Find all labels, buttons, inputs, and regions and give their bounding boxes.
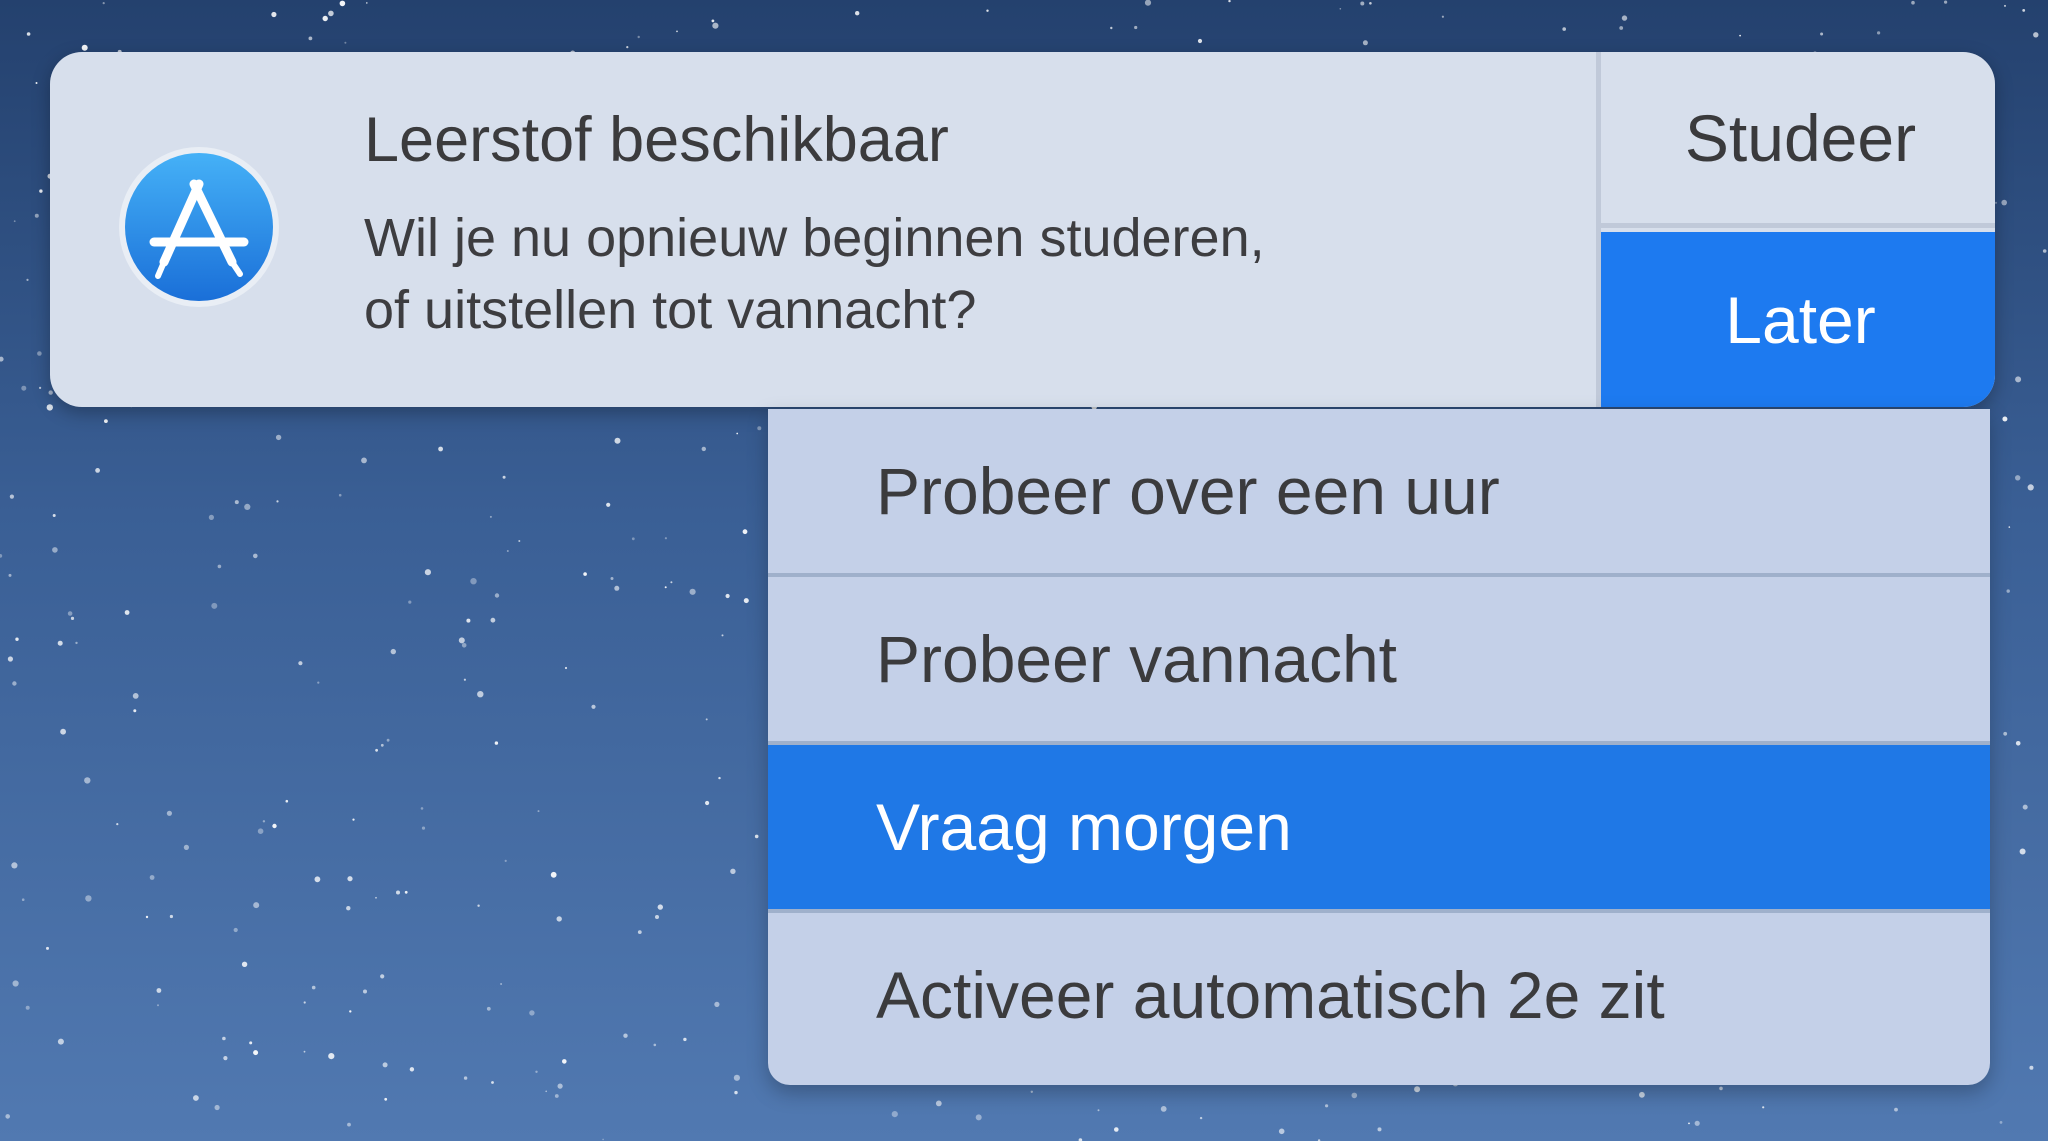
- app-store-icon: [119, 147, 279, 307]
- menu-item-probeer-vannacht[interactable]: Probeer vannacht: [768, 577, 1990, 741]
- notification-title: Leerstof beschikbaar: [364, 105, 949, 175]
- notification-message-line-2: of uitstellen tot vannacht?: [364, 280, 977, 340]
- notification-actions: Studeer Later: [1596, 52, 1995, 407]
- later-options-menu: Probeer over een uur Probeer vannacht Vr…: [768, 409, 1990, 1085]
- later-button[interactable]: Later: [1601, 232, 1995, 407]
- menu-item-probeer-over-een-uur[interactable]: Probeer over een uur: [768, 409, 1990, 573]
- notification-message-line-1: Wil je nu opnieuw beginnen studeren,: [364, 208, 1265, 268]
- notification-message: Wil je nu opnieuw beginnen studeren, of …: [364, 202, 1544, 346]
- menu-item-vraag-morgen[interactable]: Vraag morgen: [768, 745, 1990, 909]
- studeer-button[interactable]: Studeer: [1601, 52, 1995, 228]
- menu-item-activeer-automatisch-2e-zit[interactable]: Activeer automatisch 2e zit: [768, 913, 1990, 1077]
- notification-banner: Leerstof beschikbaar Wil je nu opnieuw b…: [50, 52, 1995, 407]
